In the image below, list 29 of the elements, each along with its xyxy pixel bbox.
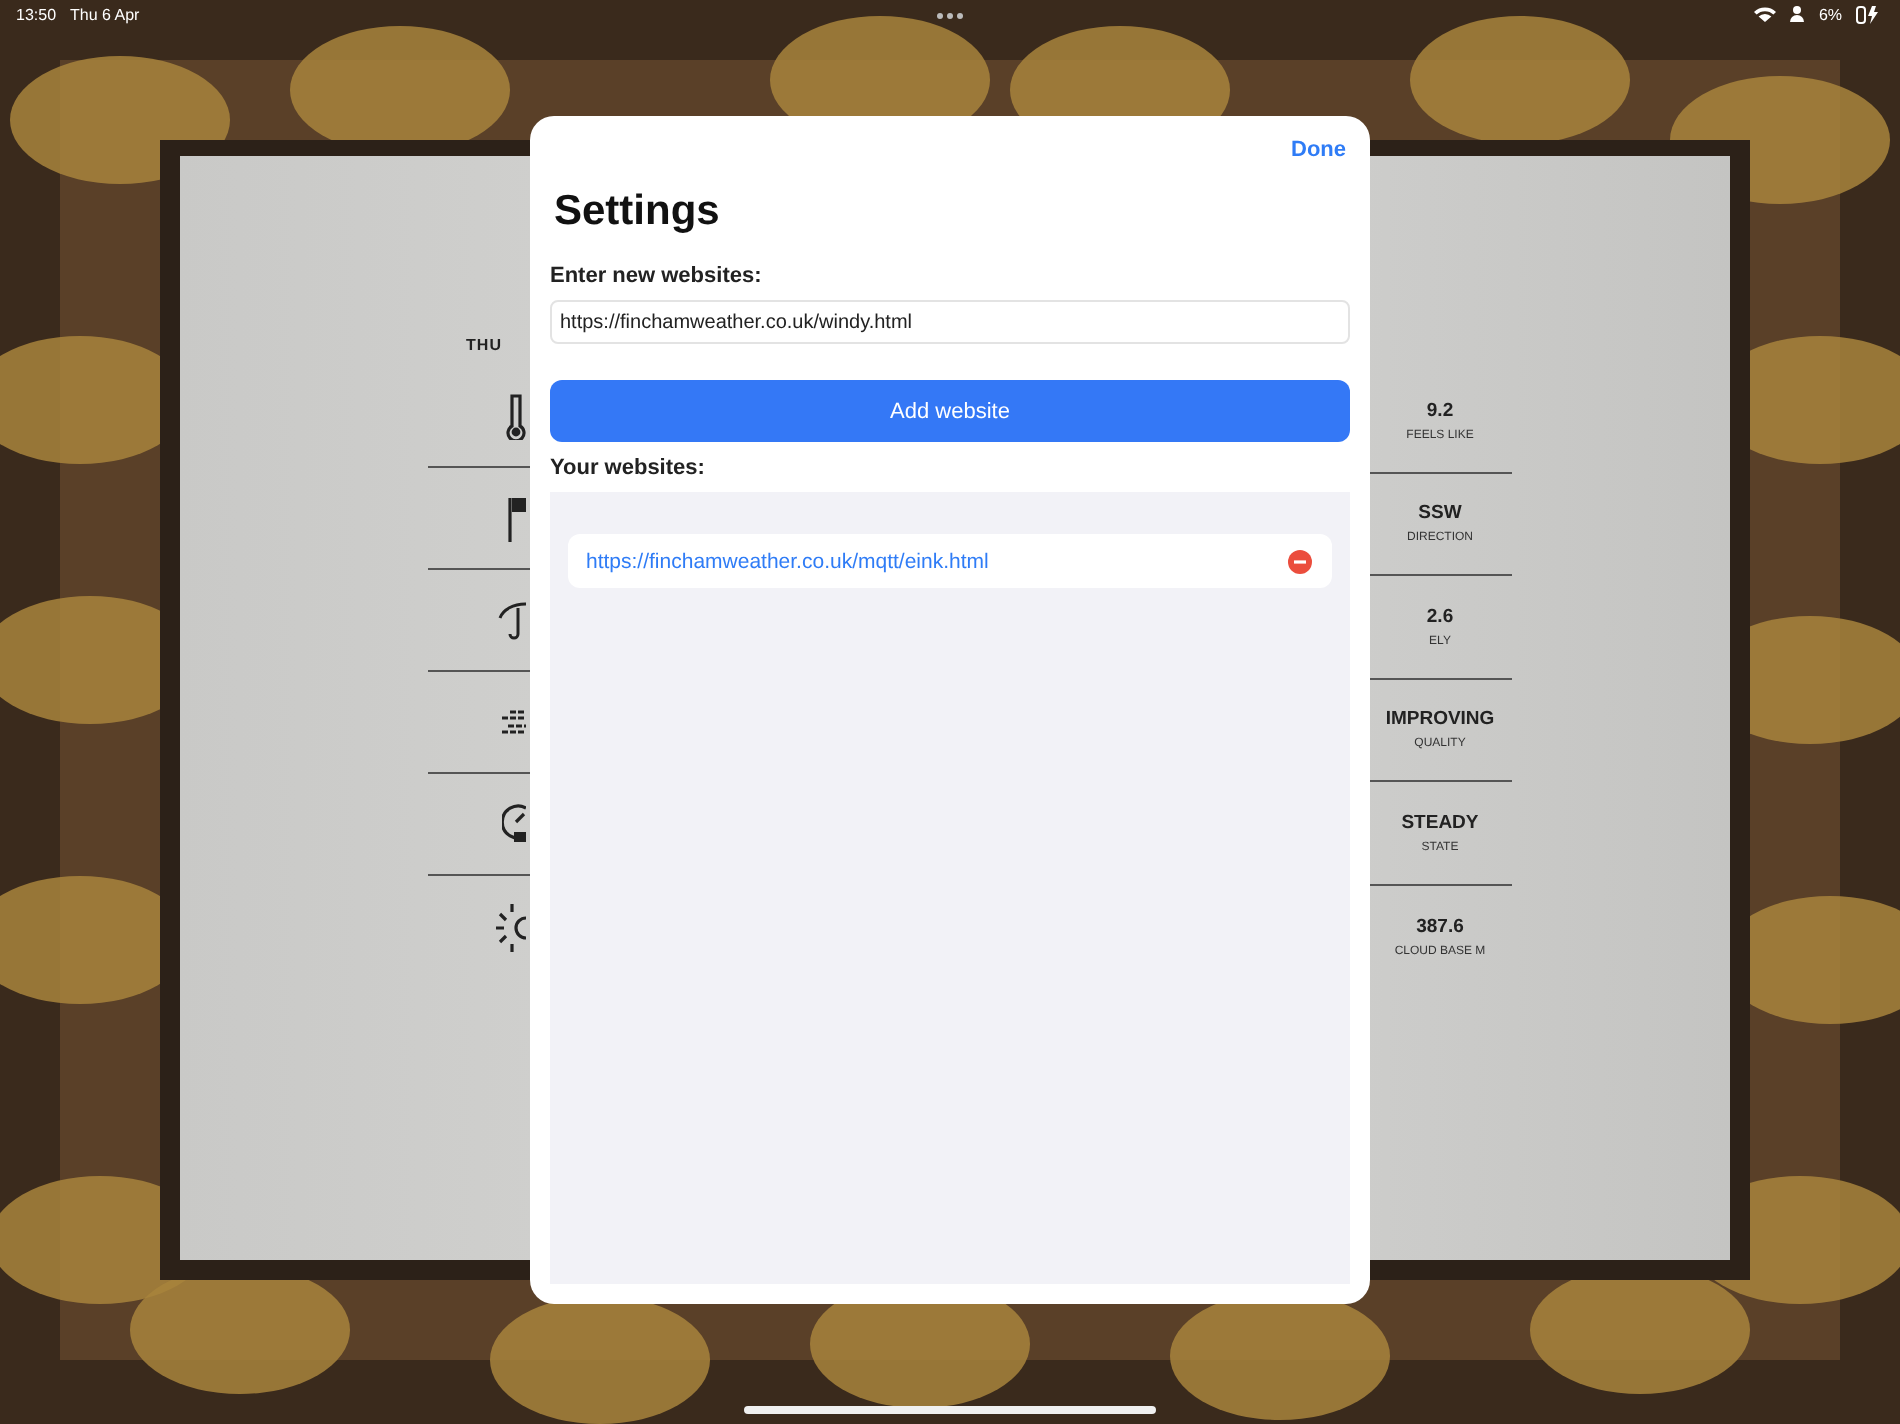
- add-website-button[interactable]: Add website: [550, 380, 1350, 442]
- sun-icon: [494, 903, 526, 951]
- remove-icon[interactable]: [1288, 549, 1312, 573]
- status-date: Thu 6 Apr: [70, 5, 140, 23]
- gauge-icon: [502, 804, 526, 844]
- reading-value: SSW: [1418, 502, 1462, 525]
- multitask-dots-icon[interactable]: [936, 12, 964, 20]
- done-button[interactable]: Done: [1287, 136, 1350, 164]
- reading-value: IMPROVING: [1385, 708, 1495, 731]
- reading-value: STEADY: [1401, 811, 1479, 834]
- person-icon: [1790, 6, 1805, 22]
- reading-value: 2.6: [1426, 605, 1454, 628]
- section-label: Enter new websites:: [550, 264, 764, 288]
- umbrella-icon: [498, 598, 526, 642]
- battery-percent: 6%: [1818, 5, 1842, 23]
- status-time: 13:50: [16, 5, 57, 23]
- reading-value: 9.2: [1426, 399, 1454, 422]
- day-label: THU: [466, 336, 502, 354]
- reading-value: 387.6: [1416, 915, 1464, 938]
- fog-icon: [502, 708, 526, 736]
- website-input-field[interactable]: https://finchamweather.co.uk/windy.html: [550, 300, 1350, 344]
- settings-title: Settings: [554, 188, 722, 236]
- battery-icon: [1856, 5, 1880, 23]
- wifi-icon: [1754, 6, 1777, 22]
- flag-icon: [508, 494, 526, 542]
- section-label: Your websites:: [550, 456, 707, 480]
- thermometer-icon: [506, 392, 526, 440]
- website-item[interactable]: https://finchamweather.co.uk/mqtt/eink.html: [568, 534, 1332, 588]
- website-link[interactable]: https://finchamweather.co.uk/mqtt/eink.html: [586, 549, 989, 573]
